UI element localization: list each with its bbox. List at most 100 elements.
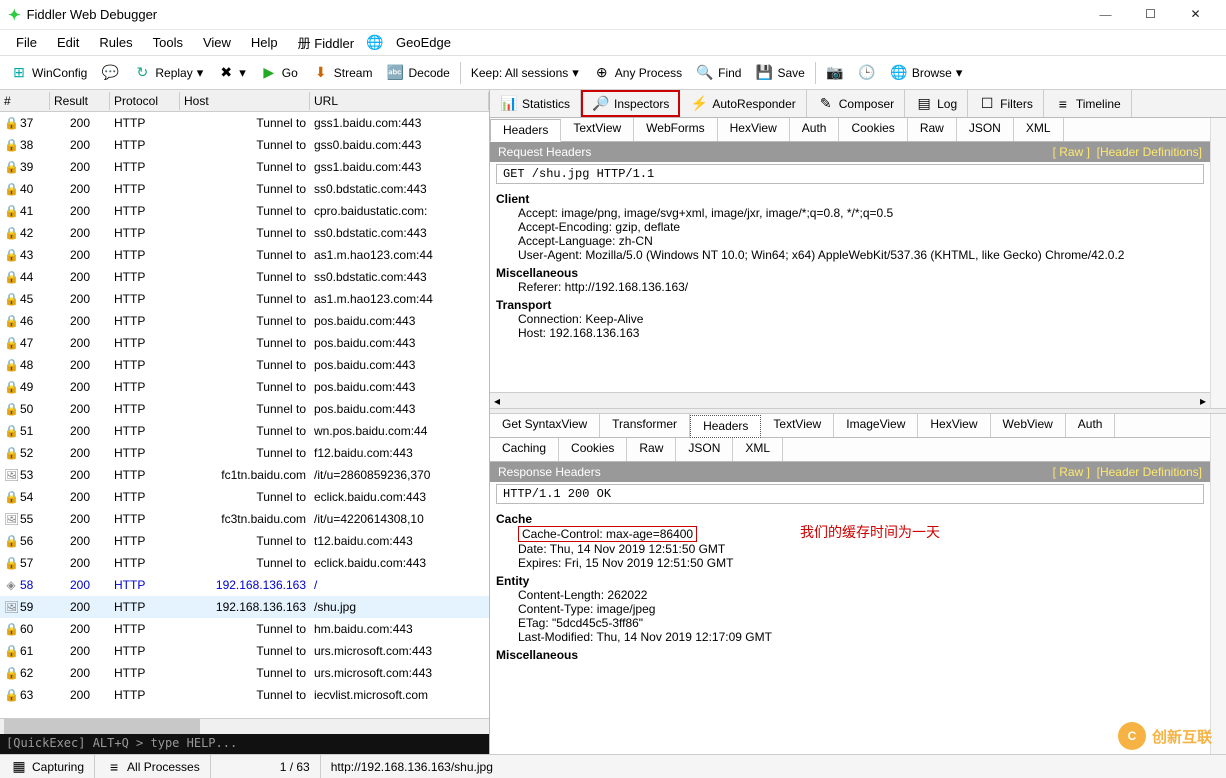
request-headers-content[interactable]: ClientAccept: image/png, image/svg+xml, … [490,186,1210,392]
req-tab-cookies[interactable]: Cookies [839,118,907,141]
req-tab-raw[interactable]: Raw [908,118,957,141]
status-capturing[interactable]: ▦Capturing [0,755,95,778]
req-raw-link[interactable]: [ Raw ] [1053,145,1090,159]
comment-button[interactable]: 💬 [95,62,125,84]
session-row[interactable]: 🔒60200HTTPTunnel tohm.baidu.com:443 [0,618,489,640]
tab-log[interactable]: ▤Log [905,90,968,117]
col-result[interactable]: Result [50,92,110,110]
resp-tab-auth[interactable]: Auth [1066,414,1116,437]
col-protocol[interactable]: Protocol [110,92,180,110]
session-row[interactable]: 🔒56200HTTPTunnel tot12.baidu.com:443 [0,530,489,552]
menu-edit[interactable]: Edit [49,32,87,53]
remove-button[interactable]: ✖▾ [211,62,252,84]
req-tab-json[interactable]: JSON [957,118,1014,141]
decode-button[interactable]: 🔤Decode [380,62,455,84]
request-hscroll[interactable]: ◂▸ [490,392,1210,408]
tab-statistics[interactable]: 📊Statistics [490,90,581,117]
session-row[interactable]: 🔒57200HTTPTunnel toeclick.baidu.com:443 [0,552,489,574]
menu-help[interactable]: Help [243,32,286,53]
session-row[interactable]: 🔒54200HTTPTunnel toeclick.baidu.com:443 [0,486,489,508]
session-row[interactable]: 🖼59200HTTP192.168.136.163/shu.jpg [0,596,489,618]
screenshot-button[interactable]: 📷 [820,62,850,84]
col-num[interactable]: # [0,92,50,110]
req-tab-webforms[interactable]: WebForms [634,118,717,141]
col-host[interactable]: Host [180,92,310,110]
sessions-list[interactable]: # Result Protocol Host URL 🔒37200HTTPTun… [0,90,489,734]
status-allprocesses[interactable]: ≡All Processes [95,755,211,778]
menu-tools[interactable]: Tools [145,32,191,53]
req-tab-headers[interactable]: Headers [490,119,561,142]
winconfig-button[interactable]: ⊞WinConfig [4,62,93,84]
resp-tab-cookies[interactable]: Cookies [559,438,627,461]
quickexec-input[interactable]: [QuickExec] ALT+Q > type HELP... [0,734,489,754]
session-row[interactable]: 🖼53200HTTPfc1tn.baidu.com/it/u=286085923… [0,464,489,486]
session-row[interactable]: ◈58200HTTP192.168.136.163/ [0,574,489,596]
session-row[interactable]: 🔒63200HTTPTunnel toiecvlist.microsoft.co… [0,684,489,706]
tab-autoresponder[interactable]: ⚡AutoResponder [680,90,806,117]
req-headerdef-link[interactable]: [Header Definitions] [1097,145,1202,159]
session-row[interactable]: 🔒39200HTTPTunnel togss1.baidu.com:443 [0,156,489,178]
response-headers-content[interactable]: 我们的缓存时间为一天 CacheCache-Control: max-age=8… [490,506,1210,754]
col-url[interactable]: URL [310,92,489,110]
keep-sessions-dropdown[interactable]: Keep: All sessions ▾ [465,63,585,83]
req-tab-xml[interactable]: XML [1014,118,1064,141]
session-row[interactable]: 🔒38200HTTPTunnel togss0.baidu.com:443 [0,134,489,156]
session-row[interactable]: 🔒43200HTTPTunnel toas1.m.hao123.com:44 [0,244,489,266]
req-tab-hexview[interactable]: HexView [718,118,790,141]
resp-raw-link[interactable]: [ Raw ] [1053,465,1090,479]
req-tab-textview[interactable]: TextView [561,118,634,141]
resp-tab-webview[interactable]: WebView [991,414,1066,437]
resp-tab-xml[interactable]: XML [733,438,783,461]
replay-button[interactable]: ↻Replay ▾ [127,62,209,84]
resp-tab-textview[interactable]: TextView [761,414,834,437]
tab-composer[interactable]: ✎Composer [807,90,905,117]
request-vscroll[interactable] [1210,118,1226,408]
tab-inspectors[interactable]: 🔎Inspectors [581,90,680,117]
session-row[interactable]: 🔒62200HTTPTunnel tours.microsoft.com:443 [0,662,489,684]
find-button[interactable]: 🔍Find [690,62,747,84]
menu-rules[interactable]: Rules [91,32,140,53]
session-row[interactable]: 🔒49200HTTPTunnel topos.baidu.com:443 [0,376,489,398]
menu-file[interactable]: File [8,32,45,53]
response-vscroll[interactable] [1210,414,1226,754]
tab-filters[interactable]: ☐Filters [968,90,1044,117]
session-row[interactable]: 🔒50200HTTPTunnel topos.baidu.com:443 [0,398,489,420]
session-row[interactable]: 🔒42200HTTPTunnel toss0.bdstatic.com:443 [0,222,489,244]
resp-tab-getsyntaxview[interactable]: Get SyntaxView [490,414,600,437]
session-row[interactable]: 🔒48200HTTPTunnel topos.baidu.com:443 [0,354,489,376]
menu-geoedge[interactable]: GeoEdge [388,32,459,53]
session-row[interactable]: 🔒61200HTTPTunnel tours.microsoft.com:443 [0,640,489,662]
maximize-button[interactable]: ☐ [1128,1,1173,29]
sessions-hscroll[interactable] [0,718,489,734]
resp-tab-headers[interactable]: Headers [690,415,761,438]
session-row[interactable]: 🔒51200HTTPTunnel town.pos.baidu.com:44 [0,420,489,442]
any-process-button[interactable]: ⊕Any Process [587,62,688,84]
session-row[interactable]: 🖼55200HTTPfc3tn.baidu.com/it/u=422061430… [0,508,489,530]
session-row[interactable]: 🔒40200HTTPTunnel toss0.bdstatic.com:443 [0,178,489,200]
session-row[interactable]: 🔒44200HTTPTunnel toss0.bdstatic.com:443 [0,266,489,288]
save-button[interactable]: 💾Save [749,62,810,84]
resp-tab-transformer[interactable]: Transformer [600,414,690,437]
resp-tab-hexview[interactable]: HexView [918,414,990,437]
resp-tab-imageview[interactable]: ImageView [834,414,918,437]
session-row[interactable]: 🔒37200HTTPTunnel togss1.baidu.com:443 [0,112,489,134]
browse-button[interactable]: 🌐Browse ▾ [884,62,969,84]
resp-tab-json[interactable]: JSON [676,438,733,461]
timer-button[interactable]: 🕒 [852,62,882,84]
session-row[interactable]: 🔒41200HTTPTunnel tocpro.baidustatic.com: [0,200,489,222]
stream-button[interactable]: ⬇Stream [306,62,379,84]
session-row[interactable]: 🔒52200HTTPTunnel tof12.baidu.com:443 [0,442,489,464]
session-row[interactable]: 🔒47200HTTPTunnel topos.baidu.com:443 [0,332,489,354]
menu-fiddler-link[interactable]: 册 Fiddler [290,30,362,55]
req-tab-auth[interactable]: Auth [790,118,840,141]
session-row[interactable]: 🔒46200HTTPTunnel topos.baidu.com:443 [0,310,489,332]
menu-view[interactable]: View [195,32,239,53]
resp-tab-caching[interactable]: Caching [490,438,559,461]
resp-headerdef-link[interactable]: [Header Definitions] [1097,465,1202,479]
resp-tab-raw[interactable]: Raw [627,438,676,461]
close-button[interactable]: ✕ [1173,1,1218,29]
go-button[interactable]: ▶Go [254,62,304,84]
tab-timeline[interactable]: ≡Timeline [1044,90,1132,117]
minimize-button[interactable]: — [1083,1,1128,29]
session-row[interactable]: 🔒45200HTTPTunnel toas1.m.hao123.com:44 [0,288,489,310]
